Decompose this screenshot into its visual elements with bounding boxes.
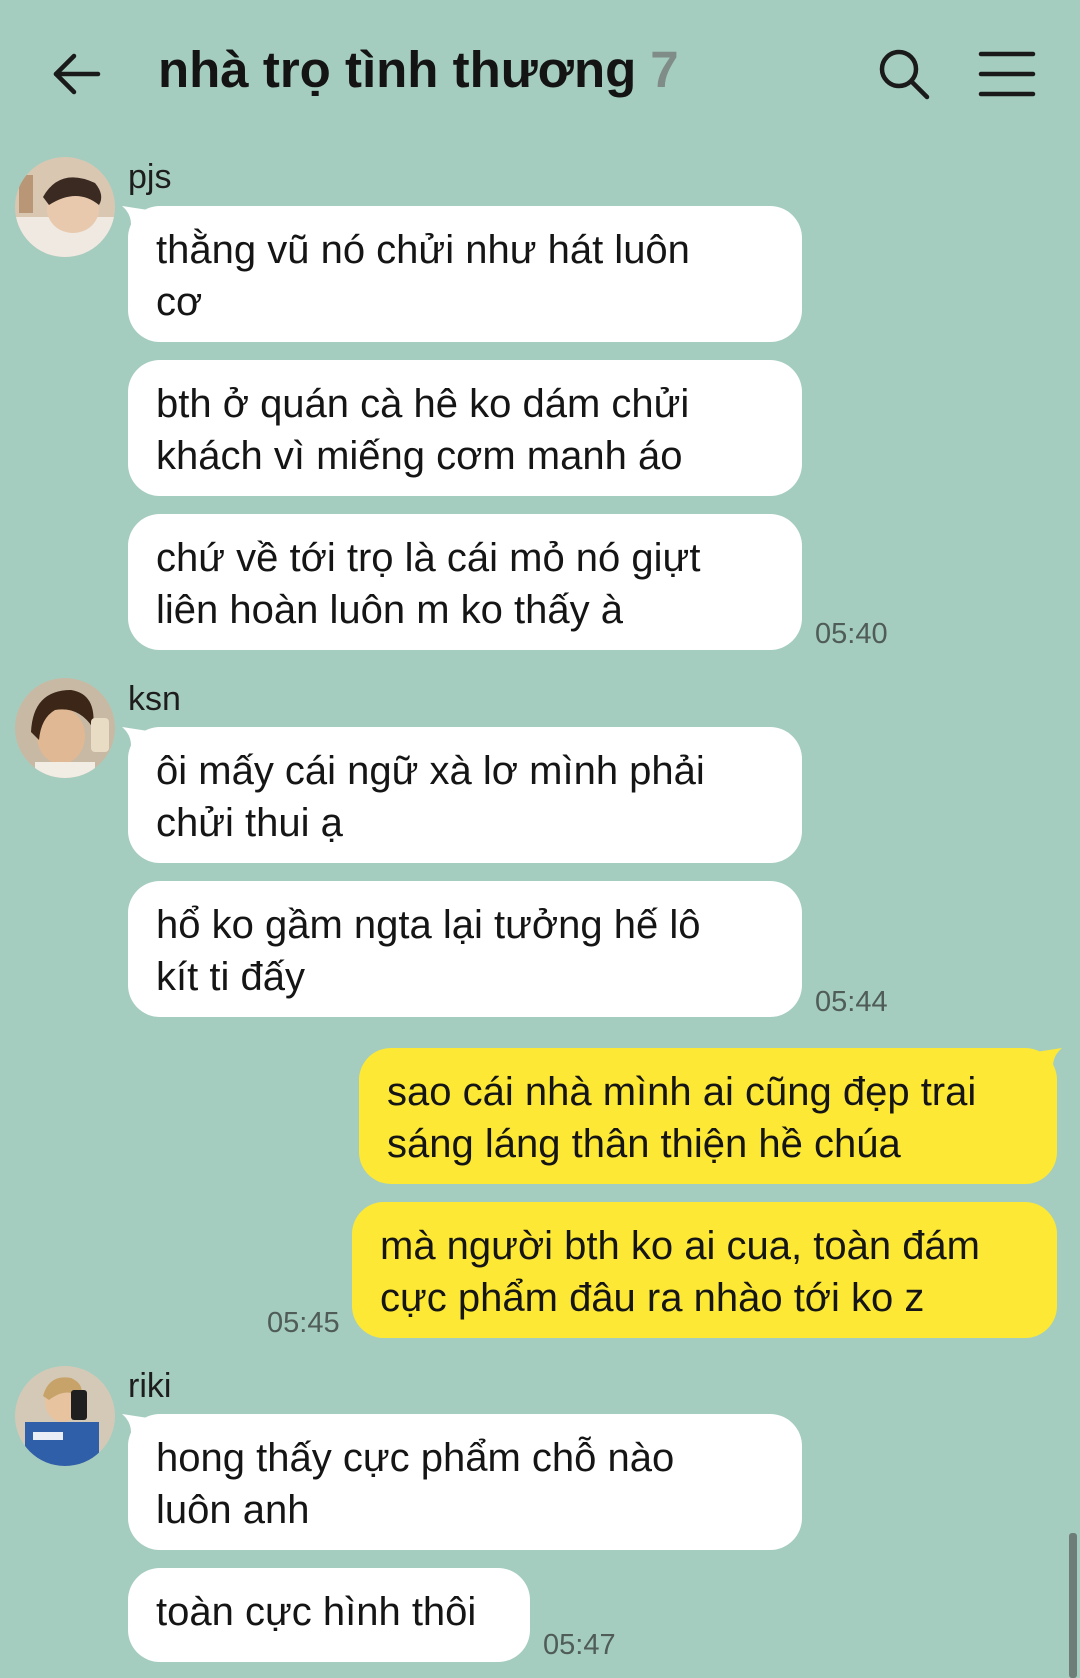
sender-name: pjs — [128, 158, 172, 196]
message-line: khách vì miếng cơm manh áo — [156, 434, 683, 478]
message-line: sao cái nhà mình ai cũng đẹp trai — [387, 1070, 977, 1114]
message-time: 05:47 — [543, 1629, 616, 1661]
back-button[interactable] — [48, 44, 108, 104]
member-count: 7 — [650, 41, 679, 98]
menu-button[interactable] — [978, 48, 1036, 100]
message-bubble[interactable]: mà người bth ko ai cua, toàn đám cực phẩ… — [352, 1202, 1057, 1338]
search-button[interactable] — [874, 44, 934, 104]
message-bubble[interactable]: ôi mấy cái ngữ xà lơ mình phải chửi thui… — [128, 727, 802, 863]
message-bubble[interactable]: hong thấy cực phẩm chỗ nào luôn anh — [128, 1414, 802, 1550]
scrollbar[interactable] — [1069, 1533, 1077, 1678]
message-bubble[interactable]: chứ về tới trọ là cái mỏ nó giựt liên ho… — [128, 514, 802, 650]
message-line: bth ở quán cà hê ko dám chửi — [156, 382, 690, 426]
chat-title: nhà trọ tình thương 7 — [158, 40, 679, 99]
message-line: toàn cực hình thôi — [156, 1590, 477, 1634]
message-bubble[interactable]: sao cái nhà mình ai cũng đẹp trai sáng l… — [359, 1048, 1057, 1184]
back-arrow-icon — [53, 53, 101, 95]
message-bubble[interactable]: toàn cực hình thôi — [128, 1568, 530, 1662]
message-line: hong thấy cực phẩm chỗ nào — [156, 1436, 675, 1480]
message-line: ôi mấy cái ngữ xà lơ mình phải — [156, 749, 705, 793]
avatar-ksn[interactable] — [15, 678, 115, 778]
message-line: liên hoàn luôn m ko thấy à — [156, 588, 623, 632]
message-line: chửi thui ạ — [156, 801, 343, 845]
message-line: chứ về tới trọ là cái mỏ nó giựt — [156, 536, 701, 580]
message-time: 05:40 — [815, 618, 888, 650]
message-bubble[interactable]: hổ ko gầm ngta lại tưởng hế lô kít ti đấ… — [128, 881, 802, 1017]
chat-header: nhà trọ tình thương 7 — [0, 0, 1080, 150]
sender-name: riki — [128, 1367, 172, 1405]
avatar-photo — [15, 678, 115, 778]
avatar-photo — [15, 1366, 115, 1466]
message-line: cơ — [156, 280, 203, 324]
avatar-pjs[interactable] — [15, 157, 115, 257]
avatar-riki[interactable] — [15, 1366, 115, 1466]
message-bubble[interactable]: thằng vũ nó chửi như hát luôn cơ — [128, 206, 802, 342]
message-line: mà người bth ko ai cua, toàn đám — [380, 1224, 980, 1268]
sender-name: ksn — [128, 680, 181, 718]
menu-icon — [978, 51, 1036, 97]
message-line: hổ ko gầm ngta lại tưởng hế lô — [156, 903, 701, 947]
message-line: kít ti đấy — [156, 955, 305, 999]
message-time: 05:45 — [267, 1307, 340, 1339]
message-line: cực phẩm đâu ra nhào tới ko z — [380, 1276, 925, 1320]
message-time: 05:44 — [815, 986, 888, 1018]
message-bubble[interactable]: bth ở quán cà hê ko dám chửi khách vì mi… — [128, 360, 802, 496]
search-icon — [879, 49, 930, 100]
avatar-photo — [15, 157, 115, 257]
message-line: thằng vũ nó chửi như hát luôn — [156, 228, 690, 272]
group-name: nhà trọ tình thương — [158, 41, 637, 98]
message-line: sáng láng thân thiện hề chúa — [387, 1122, 901, 1166]
message-line: luôn anh — [156, 1488, 310, 1532]
